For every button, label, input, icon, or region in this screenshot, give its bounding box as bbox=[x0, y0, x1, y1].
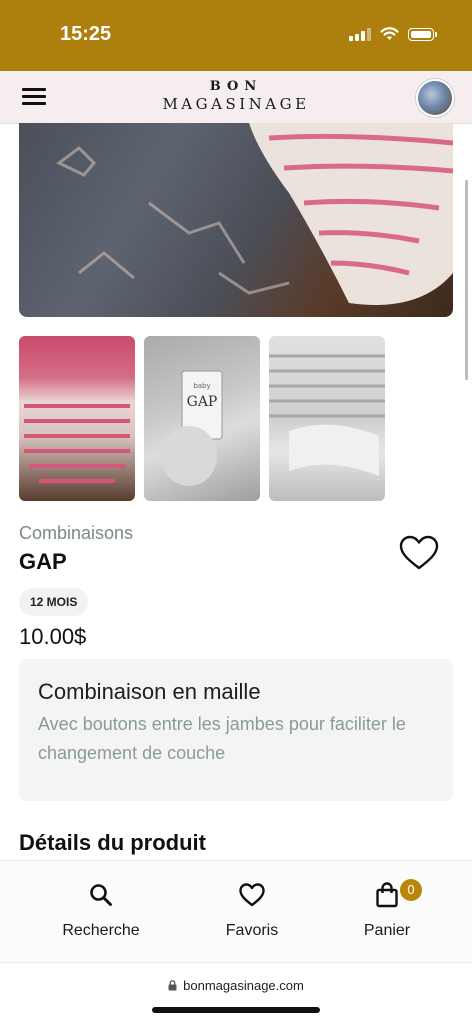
heart-icon bbox=[239, 883, 265, 907]
home-indicator[interactable] bbox=[152, 1007, 320, 1013]
thumbnail-3[interactable] bbox=[269, 336, 385, 501]
logo-line2: MAGASINAGE bbox=[162, 95, 310, 113]
status-icons bbox=[349, 27, 437, 41]
tab-cart[interactable]: 0 Panier bbox=[327, 879, 447, 940]
app-header: BON MAGASINAGE bbox=[0, 71, 472, 124]
main-product-image[interactable] bbox=[19, 123, 453, 317]
status-bar: 15:25 bbox=[0, 0, 472, 71]
cellular-signal-icon bbox=[349, 27, 371, 41]
status-time: 15:25 bbox=[60, 23, 112, 45]
svg-text:GAP: GAP bbox=[187, 394, 218, 410]
url-text: bonmagasinage.com bbox=[183, 978, 304, 993]
url-display[interactable]: bonmagasinage.com bbox=[0, 978, 472, 993]
thumbnail-3-art bbox=[269, 354, 385, 476]
thumbnail-2[interactable]: baby GAP bbox=[144, 336, 260, 501]
size-badge: 12 MOIS bbox=[19, 588, 89, 616]
shopping-bag-icon bbox=[376, 882, 398, 908]
description-card: Combinaison en maille Avec boutons entre… bbox=[19, 659, 453, 801]
battery-icon bbox=[408, 27, 437, 41]
svg-text:baby: baby bbox=[193, 382, 210, 390]
product-title: Combinaison en maille bbox=[38, 679, 261, 704]
thumbnail-gallery: baby GAP bbox=[19, 336, 385, 501]
product-price: 10.00$ bbox=[19, 624, 87, 649]
avatar[interactable] bbox=[416, 79, 454, 117]
product-category: Combinaisons bbox=[19, 523, 134, 543]
tab-favorites-label: Favoris bbox=[225, 922, 279, 939]
favorite-heart-icon[interactable] bbox=[399, 535, 439, 571]
wifi-icon bbox=[380, 27, 399, 40]
logo-line1: BON bbox=[209, 79, 263, 94]
main-photo-art bbox=[56, 123, 453, 305]
tab-search[interactable]: Recherche bbox=[41, 881, 161, 940]
cart-count-badge: 0 bbox=[400, 879, 422, 901]
tab-cart-label: Panier bbox=[363, 922, 411, 939]
tab-favorites[interactable]: Favoris bbox=[192, 881, 312, 940]
bottom-tab-bar: Recherche Favoris 0 Panier bbox=[0, 860, 472, 963]
search-icon bbox=[90, 884, 112, 906]
thumbnail-1-art bbox=[24, 404, 130, 483]
browser-url-bar: bonmagasinage.com bbox=[0, 962, 472, 1025]
thumbnail-2-art: baby GAP bbox=[161, 370, 223, 486]
product-details-heading: Détails du produit bbox=[19, 830, 206, 855]
logo[interactable]: BON MAGASINAGE bbox=[0, 79, 472, 114]
thumbnail-1[interactable] bbox=[19, 336, 135, 501]
lock-icon bbox=[168, 980, 177, 991]
tab-search-label: Recherche bbox=[62, 922, 140, 939]
product-description: Avec boutons entre les jambes pour facil… bbox=[38, 714, 406, 763]
product-brand: GAP bbox=[19, 549, 67, 574]
scrollbar[interactable] bbox=[465, 180, 468, 380]
